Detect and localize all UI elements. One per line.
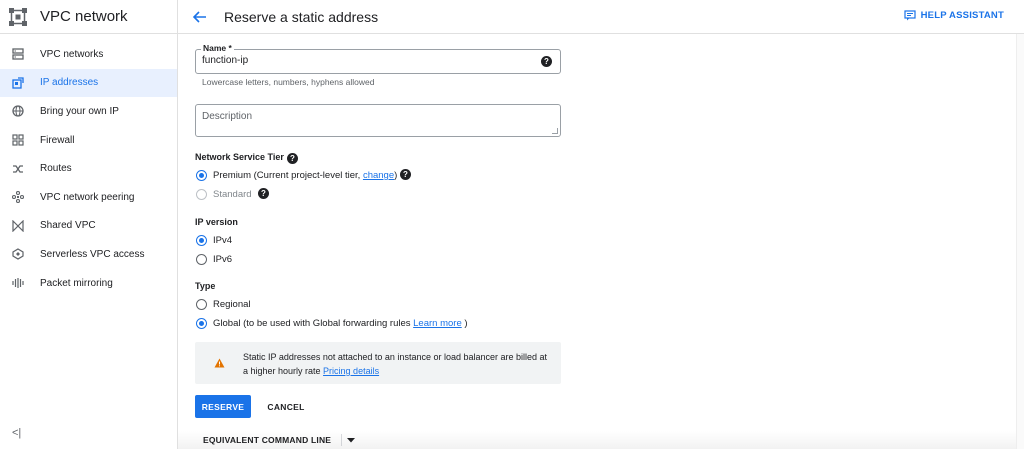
description-field[interactable]	[195, 104, 561, 137]
sidebar-item-label: Packet mirroring	[40, 277, 113, 289]
firewall-icon	[11, 133, 25, 147]
equivalent-command-line: EQUIVALENT COMMAND LINE	[195, 432, 358, 448]
sidebar-item-routes[interactable]: Routes	[0, 154, 177, 183]
reserve-button[interactable]: RESERVE	[195, 395, 251, 418]
sidebar-item-label: Routes	[40, 163, 72, 175]
ipv4-option[interactable]: IPv4	[196, 235, 232, 246]
back-arrow-icon[interactable]	[190, 7, 210, 27]
type-global-label: Global (to be used with Global forwardin…	[213, 318, 468, 329]
ipv6-radio[interactable]	[196, 254, 207, 265]
help-assistant-button[interactable]: HELP ASSISTANT	[904, 10, 1004, 21]
name-input[interactable]	[202, 55, 522, 66]
sidebar-item-vpc-networks[interactable]: VPC networks	[0, 40, 177, 69]
sidebar-item-serverless-vpc-access[interactable]: Serverless VPC access	[0, 240, 177, 269]
network-tier-label-text: Network Service Tier	[195, 152, 284, 162]
serverless-icon	[11, 247, 25, 261]
tier-premium-prefix: Premium (Current project-level tier,	[213, 170, 363, 181]
network-tier-label: Network Service Tier	[195, 152, 284, 162]
pricing-details-link[interactable]: Pricing details	[323, 366, 379, 376]
type-global-radio[interactable]	[196, 318, 207, 329]
billing-warning: Static IP addresses not attached to an i…	[195, 342, 561, 384]
sidebar-title: VPC network	[40, 8, 128, 25]
page-title: Reserve a static address	[224, 8, 379, 25]
sidebar-item-label: Bring your own IP	[40, 105, 119, 117]
change-tier-link[interactable]: change	[363, 170, 394, 181]
type-regional-label: Regional	[213, 299, 251, 310]
type-regional-radio[interactable]	[196, 299, 207, 310]
tier-premium-help-icon[interactable]: ?	[400, 169, 411, 180]
vpc-networks-icon	[11, 47, 25, 61]
tier-standard-label: Standard	[213, 189, 252, 200]
chevron-down-icon[interactable]	[344, 433, 358, 447]
billing-warning-message: Static IP addresses not attached to an i…	[243, 352, 548, 376]
ip-version-label: IP version	[195, 217, 238, 227]
help-assistant-icon	[904, 10, 916, 21]
sidebar-item-firewall[interactable]: Firewall	[0, 126, 177, 155]
packet-mirroring-icon	[11, 276, 25, 290]
ip-addresses-icon	[11, 76, 25, 90]
help-assistant-label: HELP ASSISTANT	[920, 10, 1004, 21]
tier-standard-help-icon[interactable]: ?	[258, 188, 269, 199]
equivalent-command-line-button[interactable]: EQUIVALENT COMMAND LINE	[195, 432, 339, 448]
tier-premium-radio[interactable]	[196, 170, 207, 181]
page-scrollbar[interactable]	[1016, 34, 1024, 449]
sidebar-header: VPC network	[0, 0, 177, 34]
shared-vpc-icon	[11, 219, 25, 233]
type-global-option[interactable]: Global (to be used with Global forwardin…	[196, 318, 468, 329]
resize-handle-icon[interactable]	[552, 128, 558, 134]
ipv6-option[interactable]: IPv6	[196, 254, 232, 265]
tier-premium-suffix: )	[394, 170, 398, 181]
type-label: Type	[195, 281, 216, 291]
tier-standard-radio	[196, 189, 207, 200]
divider	[341, 434, 343, 446]
name-label: Name *	[201, 43, 234, 53]
tier-standard-option: Standard	[196, 189, 252, 200]
learn-more-link[interactable]: Learn more	[413, 318, 462, 329]
ipv6-label: IPv6	[213, 254, 233, 265]
collapse-sidebar-icon[interactable]: <|	[12, 427, 21, 439]
tier-premium-option[interactable]: Premium (Current project-level tier, cha…	[196, 170, 397, 181]
peering-icon	[11, 190, 25, 204]
sidebar-item-packet-mirroring[interactable]: Packet mirroring	[0, 269, 177, 298]
globe-icon	[11, 104, 25, 118]
sidebar-item-label: IP addresses	[40, 77, 99, 89]
sidebar-item-label: Firewall	[40, 134, 75, 146]
sidebar-item-label: Serverless VPC access	[40, 248, 145, 260]
ipv4-radio[interactable]	[196, 235, 207, 246]
sidebar-item-label: VPC network peering	[40, 191, 135, 203]
name-hint: Lowercase letters, numbers, hyphens allo…	[202, 77, 375, 87]
warning-icon	[214, 355, 225, 373]
type-regional-option[interactable]: Regional	[196, 299, 251, 310]
sidebar-item-shared-vpc[interactable]: Shared VPC	[0, 212, 177, 241]
sidebar-nav: VPC networks IP addresses Bring your own…	[0, 40, 177, 297]
type-global-prefix: Global (to be used with Global forwardin…	[213, 318, 414, 329]
routes-icon	[11, 162, 25, 176]
sidebar-item-vpc-network-peering[interactable]: VPC network peering	[0, 183, 177, 212]
sidebar-item-bring-your-own-ip[interactable]: Bring your own IP	[0, 97, 177, 126]
sidebar-item-label: Shared VPC	[40, 220, 96, 232]
ipv4-label: IPv4	[213, 235, 233, 246]
page-header: Reserve a static address HELP ASSISTANT	[178, 0, 1024, 34]
name-field[interactable]: Name * ?	[195, 43, 561, 74]
billing-warning-text: Static IP addresses not attached to an i…	[243, 350, 553, 378]
network-tier-help-icon[interactable]: ?	[287, 153, 298, 164]
type-global-suffix: )	[461, 318, 468, 329]
sidebar: VPC network VPC networks IP addresses Br…	[0, 0, 178, 449]
sidebar-item-ip-addresses[interactable]: IP addresses	[0, 68, 177, 98]
cancel-button[interactable]: CANCEL	[259, 395, 313, 418]
sidebar-item-label: VPC networks	[40, 48, 104, 60]
tier-premium-label: Premium (Current project-level tier, cha…	[213, 170, 397, 181]
name-help-icon[interactable]: ?	[541, 56, 552, 67]
vpc-network-logo-icon	[8, 7, 28, 27]
description-input[interactable]	[202, 111, 552, 133]
